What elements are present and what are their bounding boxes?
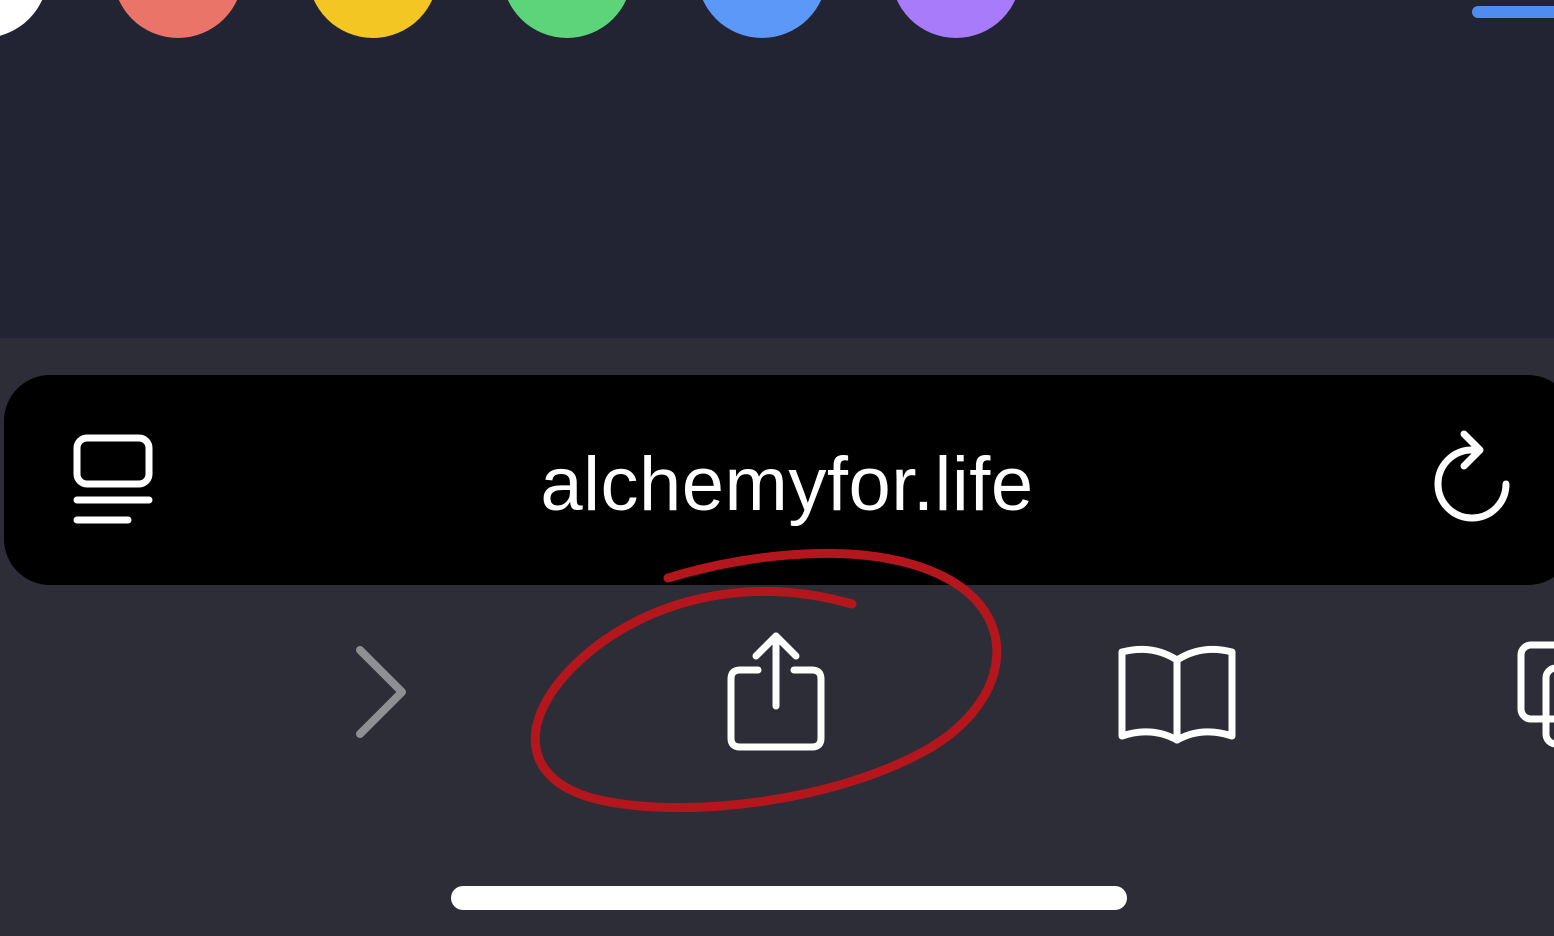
color-swatch-green[interactable] bbox=[502, 0, 632, 38]
menu-indicator-line[interactable] bbox=[1472, 6, 1554, 18]
color-swatch-purple[interactable] bbox=[891, 0, 1021, 38]
home-indicator[interactable] bbox=[451, 886, 1127, 910]
share-icon[interactable] bbox=[724, 628, 828, 754]
bookmarks-book-icon[interactable] bbox=[1112, 640, 1242, 746]
address-bar-url[interactable]: alchemyfor.life bbox=[10, 440, 1554, 530]
color-swatch-white[interactable] bbox=[0, 0, 48, 38]
color-swatch-yellow[interactable] bbox=[308, 0, 438, 38]
tabs-icon[interactable] bbox=[1516, 640, 1554, 750]
web-page-content bbox=[0, 0, 1554, 338]
browser-screen: alchemyfor.life bbox=[0, 0, 1554, 936]
chevron-right-icon[interactable] bbox=[350, 644, 414, 744]
reload-icon[interactable] bbox=[1428, 428, 1518, 524]
color-swatch-red[interactable] bbox=[113, 0, 243, 38]
color-swatch-blue[interactable] bbox=[697, 0, 827, 38]
